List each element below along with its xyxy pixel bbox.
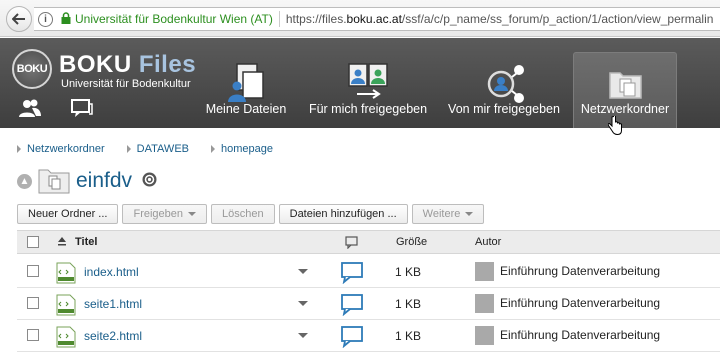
column-title[interactable]: Titel <box>75 231 97 253</box>
file-name-link[interactable]: seite1.html <box>84 297 142 311</box>
add-files-button[interactable]: Dateien hinzufügen ... <box>278 204 408 224</box>
brand-title-accent: Files <box>138 51 197 78</box>
row-checkbox[interactable] <box>27 329 39 341</box>
tab-shared-with-me[interactable]: Für mich freigegeben <box>304 52 432 128</box>
lock-icon[interactable] <box>61 11 71 27</box>
table-row[interactable]: index.html 1 KB Einführung Datenverarbeitu… <box>17 256 720 288</box>
tab-shared-by-me-label: Von mir freigegeben <box>448 102 560 116</box>
breadcrumb: Netzwerkordner DATAWEB homepage <box>17 143 295 155</box>
comment-icon[interactable] <box>340 261 364 284</box>
url-host: boku.ac.at <box>346 12 402 26</box>
delete-button[interactable]: Löschen <box>211 204 275 224</box>
sort-asc-icon[interactable] <box>57 236 67 246</box>
more-button[interactable]: Weitere <box>411 204 485 224</box>
breadcrumb-arrow-icon <box>126 145 131 153</box>
address-bar[interactable]: i Universität für Bodenkultur Wien (AT) … <box>34 7 720 31</box>
site-identity[interactable]: Universität für Bodenkultur Wien (AT) <box>75 12 273 26</box>
table-row[interactable]: seite1.html 1 KB Einführung Datenverarbeit… <box>17 288 720 320</box>
new-folder-button[interactable]: Neuer Ordner ... <box>17 204 119 224</box>
info-icon[interactable]: i <box>38 11 53 27</box>
avatar <box>475 326 494 345</box>
network-folder-icon <box>609 72 642 99</box>
comment-icon <box>345 236 358 249</box>
breadcrumb-label: homepage <box>221 143 273 155</box>
avatar <box>475 294 494 313</box>
tab-network-folders[interactable]: Netzwerkordner <box>573 52 677 136</box>
share-button-label: Freigeben <box>133 208 184 220</box>
chat-icon[interactable] <box>70 98 94 120</box>
brand-title-main: BOKU <box>59 51 132 78</box>
app-header: BOKU BOKU Files Universität für Bodenkul… <box>0 38 720 136</box>
tab-my-files[interactable]: Meine Dateien <box>199 52 293 128</box>
url-path: /ssf/a/c/p_name/ss_forum/p_action/1/acti… <box>401 12 714 26</box>
comment-icon[interactable] <box>340 293 364 316</box>
tab-my-files-label: Meine Dateien <box>205 102 287 116</box>
my-files-icon <box>228 63 264 102</box>
page-title: einfdv <box>76 169 133 192</box>
author-name[interactable]: Einführung Datenverarbeitung <box>500 264 660 278</box>
select-all-checkbox[interactable] <box>27 236 39 248</box>
table-header: Titel Größe Autor <box>17 230 720 254</box>
back-button[interactable] <box>6 6 32 32</box>
folder-icon <box>38 169 70 194</box>
breadcrumb-arrow-icon <box>211 145 215 153</box>
chevron-down-icon <box>188 212 197 216</box>
arrow-left-icon <box>12 13 25 25</box>
more-button-label: Weitere <box>422 208 461 220</box>
html-file-icon <box>56 326 76 348</box>
chevron-down-icon[interactable] <box>298 301 308 306</box>
chevron-down-icon[interactable] <box>298 269 308 274</box>
file-size: 1 KB <box>395 265 422 279</box>
file-size: 1 KB <box>395 329 422 343</box>
file-size: 1 KB <box>395 297 422 311</box>
brand-title: BOKU Files <box>59 51 196 79</box>
author-name[interactable]: Einführung Datenverarbeitung <box>500 328 660 342</box>
file-name-link[interactable]: index.html <box>84 265 139 279</box>
shared-by-me-icon <box>487 65 524 103</box>
column-size[interactable]: Größe <box>396 231 427 253</box>
breadcrumb-arrow-icon <box>17 145 21 153</box>
comment-icon[interactable] <box>340 325 364 348</box>
users-icon[interactable] <box>18 98 42 120</box>
tab-network-folders-label: Netzwerkordner <box>580 102 670 116</box>
tab-shared-with-me-label: Für mich freigegeben <box>308 102 428 116</box>
avatar <box>475 262 494 281</box>
breadcrumb-item[interactable]: DATAWEB <box>126 143 189 155</box>
hand-cursor-icon <box>608 116 622 136</box>
breadcrumb-label: DATAWEB <box>136 143 189 155</box>
column-author[interactable]: Autor <box>475 231 501 253</box>
breadcrumb-item[interactable]: Netzwerkordner <box>17 143 105 155</box>
row-checkbox[interactable] <box>27 297 39 309</box>
table-row[interactable]: seite2.html 1 KB Einführung Datenverarbeit… <box>17 320 720 352</box>
brand-subtitle: Universität für Bodenkultur <box>61 78 191 90</box>
share-button[interactable]: Freigeben <box>122 204 208 224</box>
url-text[interactable]: https://files.boku.ac.at/ssf/a/c/p_name/… <box>286 12 714 26</box>
gear-icon[interactable] <box>141 171 158 188</box>
parent-folder-icon[interactable]: ▲ <box>17 174 32 189</box>
boku-logo[interactable]: BOKU <box>12 49 52 89</box>
row-checkbox[interactable] <box>27 265 39 277</box>
breadcrumb-label: Netzwerkordner <box>27 143 105 155</box>
tab-shared-by-me[interactable]: Von mir freigegeben <box>444 52 564 128</box>
breadcrumb-item[interactable]: homepage <box>211 143 273 155</box>
browser-toolbar: i Universität für Bodenkultur Wien (AT) … <box>0 0 720 37</box>
author-name[interactable]: Einführung Datenverarbeitung <box>500 296 660 310</box>
url-separator <box>278 11 280 27</box>
url-prefix: https://files. <box>285 12 347 26</box>
chevron-down-icon <box>465 212 474 216</box>
chevron-down-icon[interactable] <box>298 333 308 338</box>
file-name-link[interactable]: seite2.html <box>84 329 142 343</box>
html-file-icon <box>56 294 76 316</box>
toolbar: Neuer Ordner ... Freigeben Löschen Datei… <box>17 204 488 224</box>
shared-with-me-icon <box>348 63 388 99</box>
html-file-icon <box>56 262 76 284</box>
